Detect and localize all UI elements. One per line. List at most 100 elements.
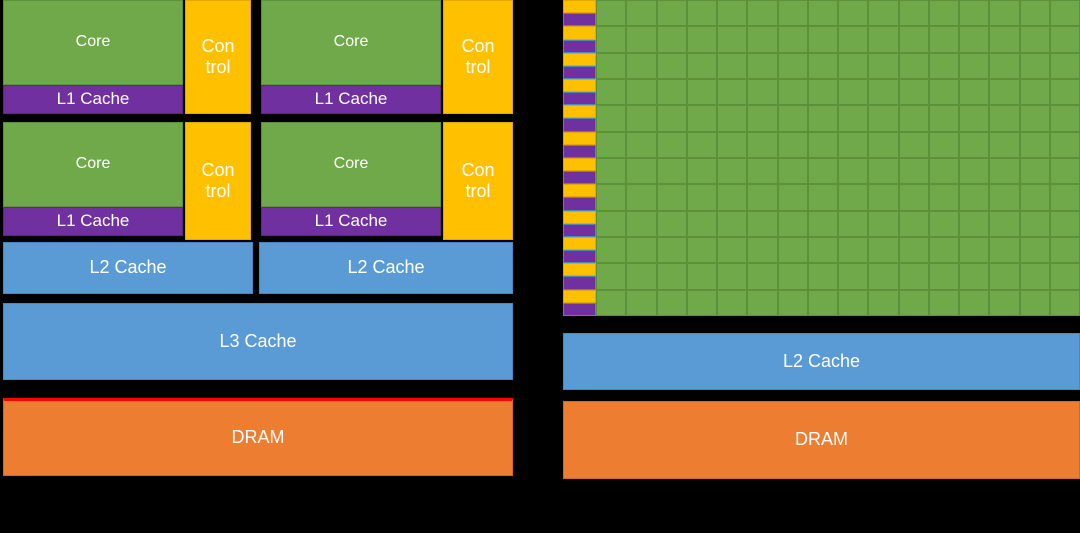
gpu-core-cell[interactable] [777,158,808,185]
gpu-core-cell[interactable] [596,79,627,106]
gpu-core-cell[interactable] [596,210,627,237]
gpu-core-cell[interactable] [1019,289,1050,316]
gpu-core-cell[interactable] [959,131,990,158]
gpu-core-cell[interactable] [868,184,899,211]
gpu-core-cell[interactable] [596,263,627,290]
gpu-core-cell[interactable] [898,131,929,158]
gpu-core-cell[interactable] [686,0,717,27]
gpu-core-cell[interactable] [1049,237,1080,264]
gpu-l1-cache-strip[interactable] [563,92,596,106]
gpu-core-cell[interactable] [596,0,627,27]
gpu-core-cell[interactable] [777,26,808,53]
gpu-core-cell[interactable] [1049,79,1080,106]
gpu-core-cell[interactable] [596,237,627,264]
gpu-core-cell[interactable] [686,210,717,237]
gpu-l1-cache-strip[interactable] [563,302,596,316]
cpu-core-3-core-block[interactable]: Core [261,122,441,207]
gpu-core-cell[interactable] [838,131,869,158]
gpu-core-cell[interactable] [626,26,657,53]
gpu-core-cell[interactable] [626,289,657,316]
gpu-core-cell[interactable] [928,79,959,106]
gpu-core-cell[interactable] [838,289,869,316]
gpu-core-cell[interactable] [747,105,778,132]
cpu-core-1-core-block[interactable]: Core [261,0,441,85]
gpu-core-cell[interactable] [928,184,959,211]
gpu-core-cell[interactable] [1049,263,1080,290]
gpu-core-cell[interactable] [959,26,990,53]
gpu-core-cell[interactable] [626,210,657,237]
gpu-core-cell[interactable] [656,289,687,316]
gpu-core-cell[interactable] [717,52,748,79]
gpu-control-strip[interactable] [563,263,596,277]
gpu-core-cell[interactable] [868,52,899,79]
gpu-core-cell[interactable] [777,131,808,158]
gpu-core-cell[interactable] [989,158,1020,185]
gpu-core-cell[interactable] [686,289,717,316]
gpu-core-cell[interactable] [1019,263,1050,290]
gpu-core-cell[interactable] [1019,105,1050,132]
gpu-core-cell[interactable] [1049,0,1080,27]
gpu-core-cell[interactable] [686,131,717,158]
gpu-core-cell[interactable] [1049,289,1080,316]
gpu-core-cell[interactable] [898,105,929,132]
gpu-core-cell[interactable] [686,52,717,79]
cpu-l3-cache[interactable]: L3 Cache [3,303,513,380]
gpu-core-cell[interactable] [1019,79,1050,106]
gpu-control-strip[interactable] [563,0,596,14]
cpu-core-3-control-block[interactable]: Con trol [443,122,513,240]
gpu-core-cell[interactable] [747,131,778,158]
gpu-core-cell[interactable] [717,263,748,290]
gpu-core-cell[interactable] [868,237,899,264]
gpu-core-cell[interactable] [656,131,687,158]
gpu-core-cell[interactable] [747,263,778,290]
gpu-core-cell[interactable] [686,237,717,264]
gpu-core-cell[interactable] [626,263,657,290]
gpu-core-cell[interactable] [928,26,959,53]
gpu-core-cell[interactable] [898,263,929,290]
gpu-core-cell[interactable] [989,263,1020,290]
gpu-core-cell[interactable] [686,105,717,132]
gpu-core-cell[interactable] [656,237,687,264]
gpu-core-cell[interactable] [838,210,869,237]
gpu-core-cell[interactable] [656,79,687,106]
gpu-core-cell[interactable] [596,131,627,158]
gpu-core-cell[interactable] [807,210,838,237]
gpu-core-cell[interactable] [717,79,748,106]
cpu-core-1-control-block[interactable]: Con trol [443,0,513,114]
gpu-control-strip[interactable] [563,105,596,119]
gpu-core-cell[interactable] [838,263,869,290]
gpu-core-cell[interactable] [747,210,778,237]
gpu-core-cell[interactable] [989,184,1020,211]
gpu-core-cell[interactable] [777,263,808,290]
gpu-core-cell[interactable] [656,26,687,53]
gpu-core-cell[interactable] [1019,0,1050,27]
gpu-core-cell[interactable] [807,79,838,106]
gpu-core-cell[interactable] [1019,131,1050,158]
gpu-control-strip[interactable] [563,236,596,251]
gpu-core-cell[interactable] [1049,184,1080,211]
gpu-core-cell[interactable] [959,237,990,264]
gpu-core-cell[interactable] [717,131,748,158]
gpu-core-cell[interactable] [747,289,778,316]
gpu-core-cell[interactable] [807,26,838,53]
gpu-core-cell[interactable] [989,79,1020,106]
gpu-core-cell[interactable] [777,52,808,79]
gpu-core-cell[interactable] [928,158,959,185]
gpu-core-cell[interactable] [686,158,717,185]
gpu-core-cell[interactable] [747,0,778,27]
gpu-core-cell[interactable] [596,289,627,316]
cpu-l2-cache-1[interactable]: L2 Cache [259,242,513,294]
gpu-core-cell[interactable] [626,105,657,132]
gpu-core-cell[interactable] [686,263,717,290]
gpu-core-cell[interactable] [989,237,1020,264]
gpu-core-cell[interactable] [717,210,748,237]
gpu-core-cell[interactable] [1049,131,1080,158]
gpu-core-cell[interactable] [1019,52,1050,79]
gpu-core-cell[interactable] [928,263,959,290]
gpu-l1-cache-strip[interactable] [563,13,596,27]
gpu-core-cell[interactable] [596,184,627,211]
gpu-core-cell[interactable] [807,105,838,132]
gpu-core-cell[interactable] [656,184,687,211]
gpu-core-cell[interactable] [928,237,959,264]
gpu-core-cell[interactable] [1019,210,1050,237]
